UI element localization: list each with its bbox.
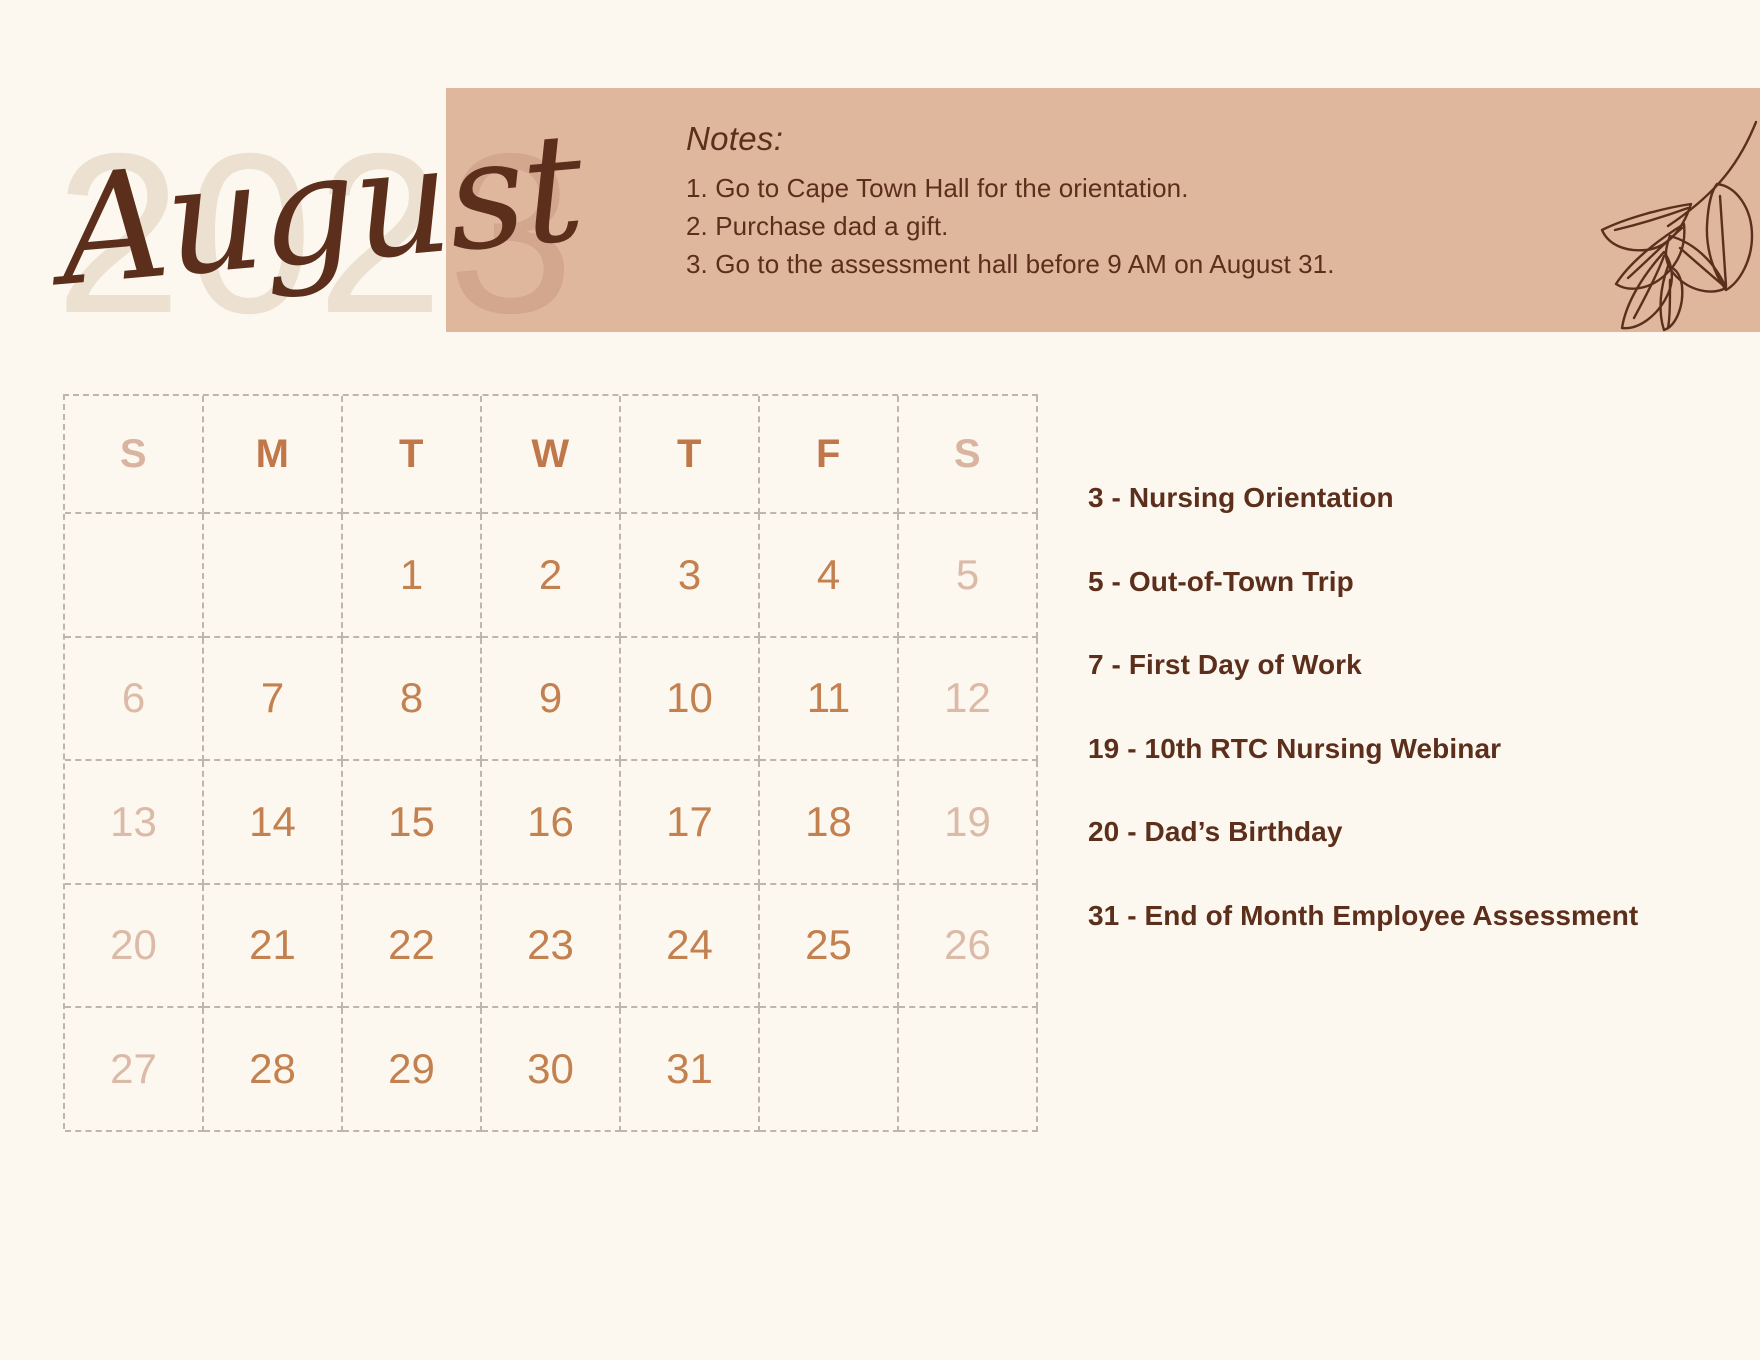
day-number: 22 xyxy=(388,921,435,969)
event-item: 31 - End of Month Employee Assessment xyxy=(1088,899,1639,931)
day-cell[interactable]: 3 xyxy=(621,514,760,638)
day-cell[interactable]: 21 xyxy=(204,884,343,1008)
notes-block: Notes: 1. Go to Cape Town Hall for the o… xyxy=(686,120,1446,284)
event-item: 20 - Dad’s Birthday xyxy=(1088,816,1343,848)
day-number: 4 xyxy=(816,550,841,598)
day-number: 20 xyxy=(110,921,157,969)
day-number: 10 xyxy=(666,674,713,722)
weekday-header-label: S xyxy=(119,431,148,476)
day-number: 25 xyxy=(805,921,852,969)
weekday-header-label: W xyxy=(531,431,570,476)
day-cell[interactable]: 10 xyxy=(621,637,760,761)
note-item: 2. Purchase dad a gift. xyxy=(686,210,949,241)
day-number: 27 xyxy=(110,1044,157,1092)
day-cell[interactable]: 24 xyxy=(621,884,760,1008)
day-number: 23 xyxy=(527,921,574,969)
weekday-header-cell: S xyxy=(65,396,204,514)
calendar-page: 2023 2023 August Notes: 1. Go to Cape To… xyxy=(0,0,1760,1360)
day-number: 24 xyxy=(666,921,713,969)
day-number: 16 xyxy=(527,797,574,845)
day-number: 12 xyxy=(944,674,991,722)
day-cell[interactable]: 15 xyxy=(343,761,482,885)
day-number: 14 xyxy=(249,797,296,845)
note-item: 3. Go to the assessment hall before 9 AM… xyxy=(686,248,1335,279)
weekday-header-cell: W xyxy=(482,396,621,514)
day-cell[interactable]: 8 xyxy=(343,637,482,761)
leaf-branch-svg xyxy=(1600,120,1758,332)
day-number: 2 xyxy=(538,550,563,598)
day-cell[interactable]: 4 xyxy=(760,514,899,638)
day-cell[interactable]: 2 xyxy=(482,514,621,638)
day-cell[interactable]: 11 xyxy=(760,637,899,761)
day-cell[interactable]: 25 xyxy=(760,884,899,1008)
day-cell[interactable]: 12 xyxy=(899,637,1038,761)
day-cell[interactable]: 16 xyxy=(482,761,621,885)
weekday-header-cell: T xyxy=(621,396,760,514)
day-cell[interactable]: 13 xyxy=(65,761,204,885)
day-cell[interactable] xyxy=(65,514,204,638)
day-number: 18 xyxy=(805,797,852,845)
day-number: 15 xyxy=(388,797,435,845)
leaf-branch-icon xyxy=(1560,120,1760,332)
note-item: 1. Go to Cape Town Hall for the orientat… xyxy=(686,173,1189,203)
day-cell[interactable]: 14 xyxy=(204,761,343,885)
weekday-header-label: T xyxy=(399,431,424,476)
day-cell[interactable] xyxy=(899,1008,1038,1132)
event-item: 19 - 10th RTC Nursing Webinar xyxy=(1088,732,1502,764)
day-number: 13 xyxy=(110,797,157,845)
day-cell[interactable]: 7 xyxy=(204,637,343,761)
day-number: 30 xyxy=(527,1044,574,1092)
day-cell[interactable]: 9 xyxy=(482,637,621,761)
day-cell[interactable]: 17 xyxy=(621,761,760,885)
weekday-header-cell: S xyxy=(899,396,1038,514)
weekday-header-label: M xyxy=(255,431,290,476)
day-cell[interactable]: 31 xyxy=(621,1008,760,1132)
event-item: 5 - Out-of-Town Trip xyxy=(1088,565,1354,597)
calendar-grid-container: S M T W T F S 1 2 3 4 5 6 7 8 9 10 11 12… xyxy=(63,394,1038,1132)
weekday-header-label: S xyxy=(953,431,982,476)
day-cell[interactable]: 28 xyxy=(204,1008,343,1132)
day-number: 17 xyxy=(666,797,713,845)
event-item: 7 - First Day of Work xyxy=(1088,649,1362,681)
event-item: 3 - Nursing Orientation xyxy=(1088,482,1394,513)
day-number: 1 xyxy=(399,550,424,598)
day-cell[interactable]: 18 xyxy=(760,761,899,885)
events-list: 3 - Nursing Orientation 5 - Out-of-Town … xyxy=(1088,480,1648,933)
day-cell[interactable] xyxy=(204,514,343,638)
day-number: 11 xyxy=(806,674,851,722)
day-number: 26 xyxy=(944,921,991,969)
day-number: 7 xyxy=(260,674,285,722)
notes-title: Notes: xyxy=(686,120,784,157)
day-cell[interactable]: 5 xyxy=(899,514,1038,638)
day-cell[interactable]: 19 xyxy=(899,761,1038,885)
weekday-header-cell: F xyxy=(760,396,899,514)
day-cell[interactable]: 27 xyxy=(65,1008,204,1132)
weekday-header-cell: M xyxy=(204,396,343,514)
day-cell[interactable]: 30 xyxy=(482,1008,621,1132)
day-cell[interactable]: 1 xyxy=(343,514,482,638)
day-number: 19 xyxy=(944,797,991,845)
day-cell[interactable] xyxy=(760,1008,899,1132)
day-number: 8 xyxy=(399,674,424,722)
day-cell[interactable]: 22 xyxy=(343,884,482,1008)
day-number: 6 xyxy=(121,674,146,722)
day-number: 28 xyxy=(249,1044,296,1092)
calendar-grid: S M T W T F S 1 2 3 4 5 6 7 8 9 10 11 12… xyxy=(63,394,1038,1132)
day-number: 5 xyxy=(955,550,980,598)
day-cell[interactable]: 26 xyxy=(899,884,1038,1008)
day-number: 31 xyxy=(666,1044,713,1092)
day-cell[interactable]: 20 xyxy=(65,884,204,1008)
day-number: 29 xyxy=(388,1044,435,1092)
day-cell[interactable]: 6 xyxy=(65,637,204,761)
day-number: 9 xyxy=(538,674,563,722)
day-number: 3 xyxy=(677,550,702,598)
weekday-header-label: T xyxy=(677,431,702,476)
weekday-header-label: F xyxy=(816,431,841,476)
day-cell[interactable]: 29 xyxy=(343,1008,482,1132)
day-cell[interactable]: 23 xyxy=(482,884,621,1008)
weekday-header-cell: T xyxy=(343,396,482,514)
day-number: 21 xyxy=(249,921,296,969)
page-header: 2023 2023 August Notes: 1. Go to Cape To… xyxy=(0,0,1760,380)
